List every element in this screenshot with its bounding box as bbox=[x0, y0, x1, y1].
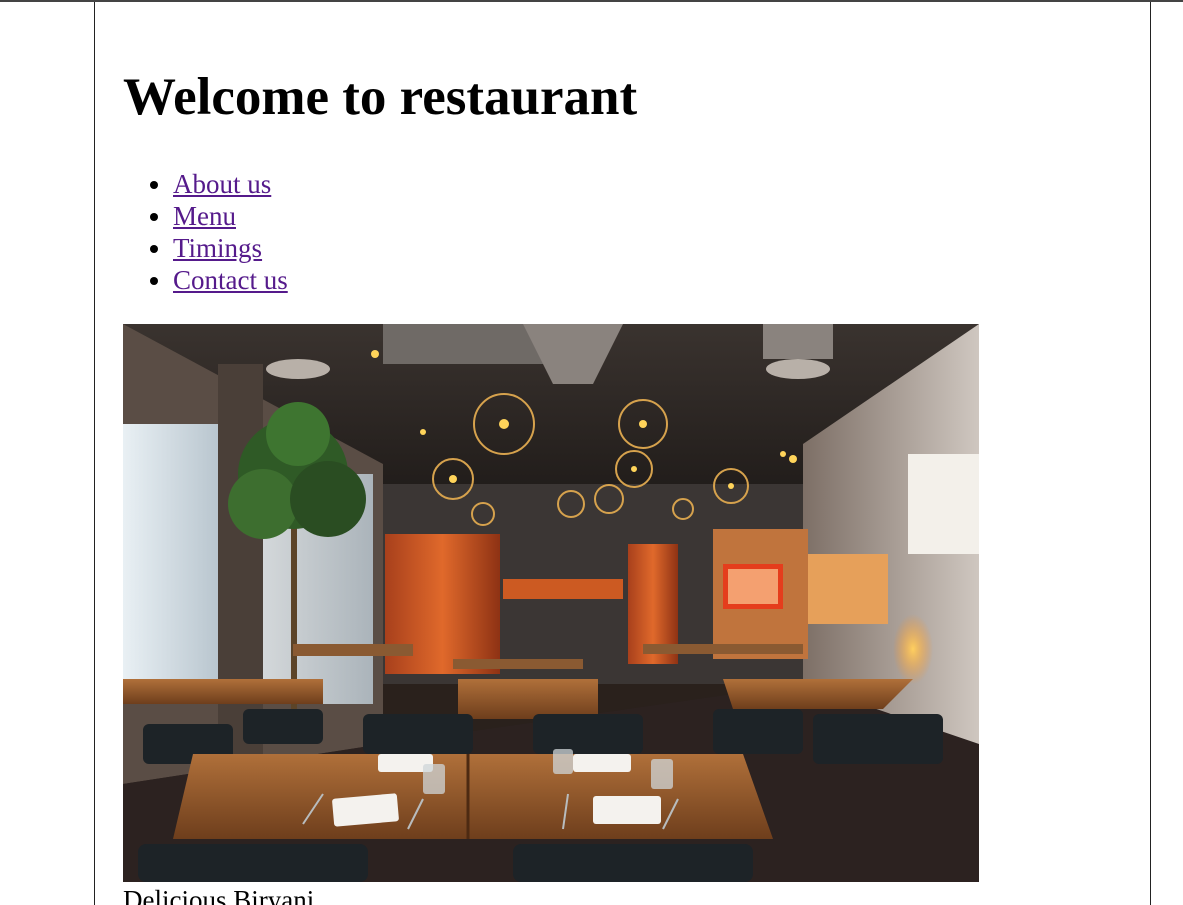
nav-link-timings[interactable]: Timings bbox=[173, 233, 262, 263]
page-container: Welcome to restaurant About us Menu Timi… bbox=[94, 2, 1151, 905]
restaurant-image bbox=[123, 324, 979, 882]
nav-item-menu: Menu bbox=[173, 200, 288, 232]
nav-item-contact: Contact us bbox=[173, 264, 288, 296]
browser-viewport: Welcome to restaurant About us Menu Timi… bbox=[0, 0, 1183, 905]
image-caption: Delicious Biryani bbox=[123, 885, 315, 905]
page-title: Welcome to restaurant bbox=[123, 68, 638, 126]
nav-item-timings: Timings bbox=[173, 232, 288, 264]
nav-link-about[interactable]: About us bbox=[173, 169, 271, 199]
nav-link-contact[interactable]: Contact us bbox=[173, 265, 288, 295]
nav-item-about: About us bbox=[173, 168, 288, 200]
nav-list: About us Menu Timings Contact us bbox=[123, 168, 288, 296]
nav-link-menu[interactable]: Menu bbox=[173, 201, 236, 231]
